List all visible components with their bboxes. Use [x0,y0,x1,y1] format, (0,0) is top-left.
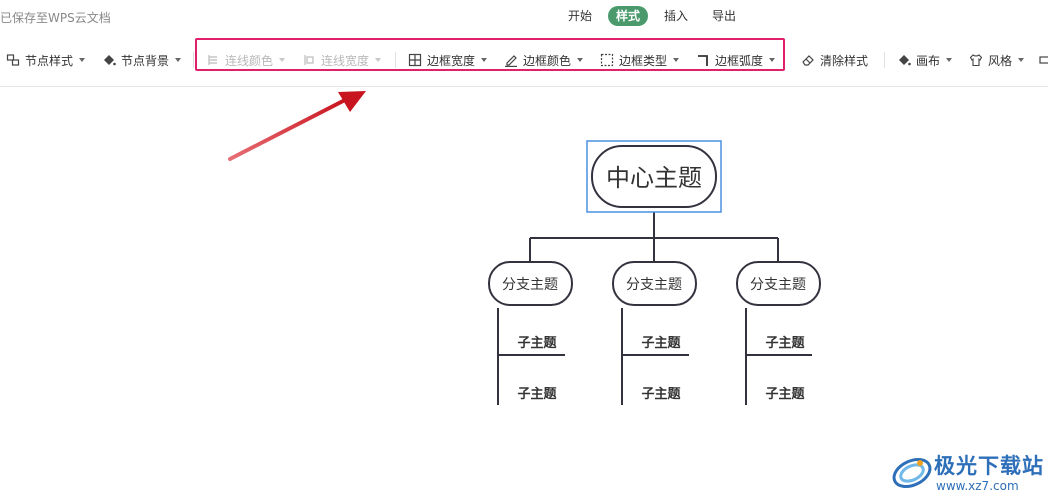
subtopic-label[interactable]: 子主题 [517,386,557,402]
center-topic-node[interactable]: 中心主题 [586,140,722,213]
branch-node[interactable]: 分支主题 [736,261,821,306]
branch-label: 分支主题 [750,277,806,293]
branch-label: 分支主题 [626,277,682,293]
mindmap-connectors [497,212,812,405]
center-topic-label: 中心主题 [606,164,702,192]
branch-node[interactable]: 分支主题 [488,261,573,306]
watermark-url: www.xz7.com [936,479,1019,493]
subtopic-label[interactable]: 子主题 [765,335,805,351]
subtopic-label[interactable]: 子主题 [641,386,681,402]
subtopic-label[interactable]: 子主题 [765,386,805,402]
watermark: 极光下载站 www.xz7.com [888,444,1048,499]
subtopic-label[interactable]: 子主题 [641,335,681,351]
subtopic-label[interactable]: 子主题 [517,335,557,351]
branch-label: 分支主题 [502,277,558,293]
annotation-arrow [228,91,366,161]
branch-node[interactable]: 分支主题 [612,261,697,306]
mindmap-canvas: 中心主题 分支主题 分支主题 分支主题 子主题 子主题 子主题 子主题 子主题 … [228,91,821,405]
watermark-title: 极光下载站 [934,454,1044,478]
aurora-logo-icon [892,457,932,489]
